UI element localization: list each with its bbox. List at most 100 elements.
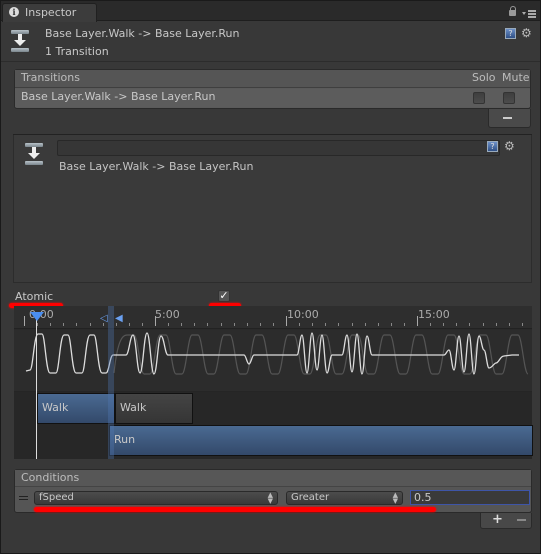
minor-tick (390, 323, 392, 326)
updown-arrow-icon: ▲ ▼ (267, 491, 273, 505)
atomic-checkbox[interactable]: ✓ (218, 290, 230, 302)
mode-dropdown[interactable]: Greater ▲ ▼ (286, 491, 403, 505)
transition-detail-panel (13, 135, 532, 283)
highlight-underline (34, 507, 436, 512)
transition-timeline[interactable]: 0:00 5:00 10:00 15:00 Walk Walk Run ◁ ◀ (14, 306, 533, 459)
minor-tick (325, 323, 327, 326)
mode-value: Greater (291, 492, 330, 503)
transition-duration-band[interactable] (108, 306, 114, 459)
playhead-handle[interactable] (30, 312, 44, 321)
minor-tick (443, 323, 445, 326)
minor-tick (272, 323, 274, 326)
add-condition-button[interactable]: + (492, 512, 503, 527)
major-tick (417, 316, 418, 326)
tick-label: 15:00 (418, 308, 450, 321)
help-icon[interactable]: ? (487, 141, 498, 152)
minor-tick (220, 323, 222, 326)
clip-tracks: Walk Walk Run (14, 392, 533, 459)
parameter-dropdown[interactable]: fSpeed ▲ ▼ (34, 491, 278, 505)
tab-menu-icon[interactable] (522, 10, 536, 18)
transition-row[interactable]: Base Layer.Walk -> Base Layer.Run (15, 89, 530, 107)
minor-tick (312, 323, 314, 326)
minor-tick (403, 323, 405, 326)
condition-add-remove-tab: + (480, 512, 532, 529)
lock-icon[interactable] (509, 6, 516, 16)
minor-tick (521, 323, 523, 326)
destination-clip-run[interactable]: Run (109, 425, 533, 456)
major-tick (24, 316, 25, 326)
remove-condition-button[interactable] (517, 519, 526, 521)
tick-label: 10:00 (287, 308, 319, 321)
minor-tick (181, 323, 183, 326)
minor-tick (482, 323, 484, 326)
minor-tick (63, 323, 65, 326)
header-title: Base Layer.Walk -> Base Layer.Run (45, 27, 240, 40)
conditions-header: Conditions (15, 470, 531, 487)
minor-tick (194, 323, 196, 326)
minor-tick (377, 323, 379, 326)
minor-tick (351, 323, 353, 326)
conditions-header-label: Conditions (21, 471, 80, 484)
minor-tick (299, 323, 301, 326)
transition-name-input[interactable] (57, 140, 500, 156)
help-icon[interactable]: ? (505, 28, 516, 39)
minor-tick (233, 323, 235, 326)
playhead-line (36, 314, 37, 459)
remove-transition-button[interactable] (488, 109, 531, 128)
minor-tick (37, 323, 39, 326)
minor-tick (246, 323, 248, 326)
minor-tick (168, 323, 170, 326)
gear-icon[interactable]: ⚙ (521, 27, 535, 39)
minor-tick (141, 323, 143, 326)
transitions-header-label: Transitions (21, 71, 80, 84)
minor-tick (495, 323, 497, 326)
mute-checkbox[interactable] (503, 92, 515, 104)
tick-label: 5:00 (155, 308, 180, 321)
parameter-curve-area (14, 330, 532, 392)
minor-tick (128, 323, 130, 326)
minor-tick (338, 323, 340, 326)
atomic-label: Atomic (15, 290, 54, 303)
info-icon: i (9, 7, 19, 17)
minor-tick (50, 323, 52, 326)
transition-row-label: Base Layer.Walk -> Base Layer.Run (21, 90, 216, 103)
minor-tick (469, 323, 471, 326)
minor-tick (364, 323, 366, 326)
mute-column-label: Mute (502, 71, 530, 84)
source-clip-walk[interactable]: Walk (37, 393, 115, 424)
parameter-value: fSpeed (39, 492, 74, 503)
transition-icon (25, 143, 43, 165)
transition-start-handle[interactable]: ◁ (100, 313, 108, 324)
transition-end-handle[interactable]: ◀ (115, 313, 123, 324)
minor-tick (508, 323, 510, 326)
solo-column-label: Solo (472, 71, 496, 84)
minor-tick (89, 323, 91, 326)
transitions-list: Transitions Solo Mute Base Layer.Walk ->… (14, 69, 531, 109)
minor-tick (259, 323, 261, 326)
minor-tick (456, 323, 458, 326)
major-tick (155, 316, 156, 326)
solo-checkbox[interactable] (473, 92, 485, 104)
tab-bar: i Inspector (1, 1, 540, 22)
minor-tick (430, 323, 432, 326)
updown-arrow-icon: ▲ ▼ (392, 491, 398, 505)
drag-handle-icon[interactable] (19, 496, 28, 500)
transitions-list-header: Transitions Solo Mute (15, 70, 530, 88)
major-tick (286, 316, 287, 326)
minor-tick (207, 323, 209, 326)
tab-inspector[interactable]: i Inspector (2, 3, 97, 22)
active-curve (25, 332, 519, 375)
parameter-curve (25, 332, 529, 375)
transition-detail-title: Base Layer.Walk -> Base Layer.Run (59, 160, 254, 173)
transition-icon (11, 30, 29, 52)
minor-tick (76, 323, 78, 326)
timeline-ruler[interactable]: 0:00 5:00 10:00 15:00 (14, 306, 532, 329)
inspector-header: Base Layer.Walk -> Base Layer.Run 1 Tran… (1, 22, 540, 62)
header-subtitle: 1 Transition (45, 45, 109, 58)
source-clip-walk-continued[interactable]: Walk (115, 393, 193, 424)
inspector-window: i Inspector Base Layer.Walk -> Base Laye… (0, 0, 541, 554)
minus-icon (503, 117, 512, 119)
tab-label: Inspector (25, 6, 77, 19)
gear-icon[interactable]: ⚙ (504, 140, 518, 152)
threshold-input[interactable]: 0.5 (410, 490, 530, 505)
